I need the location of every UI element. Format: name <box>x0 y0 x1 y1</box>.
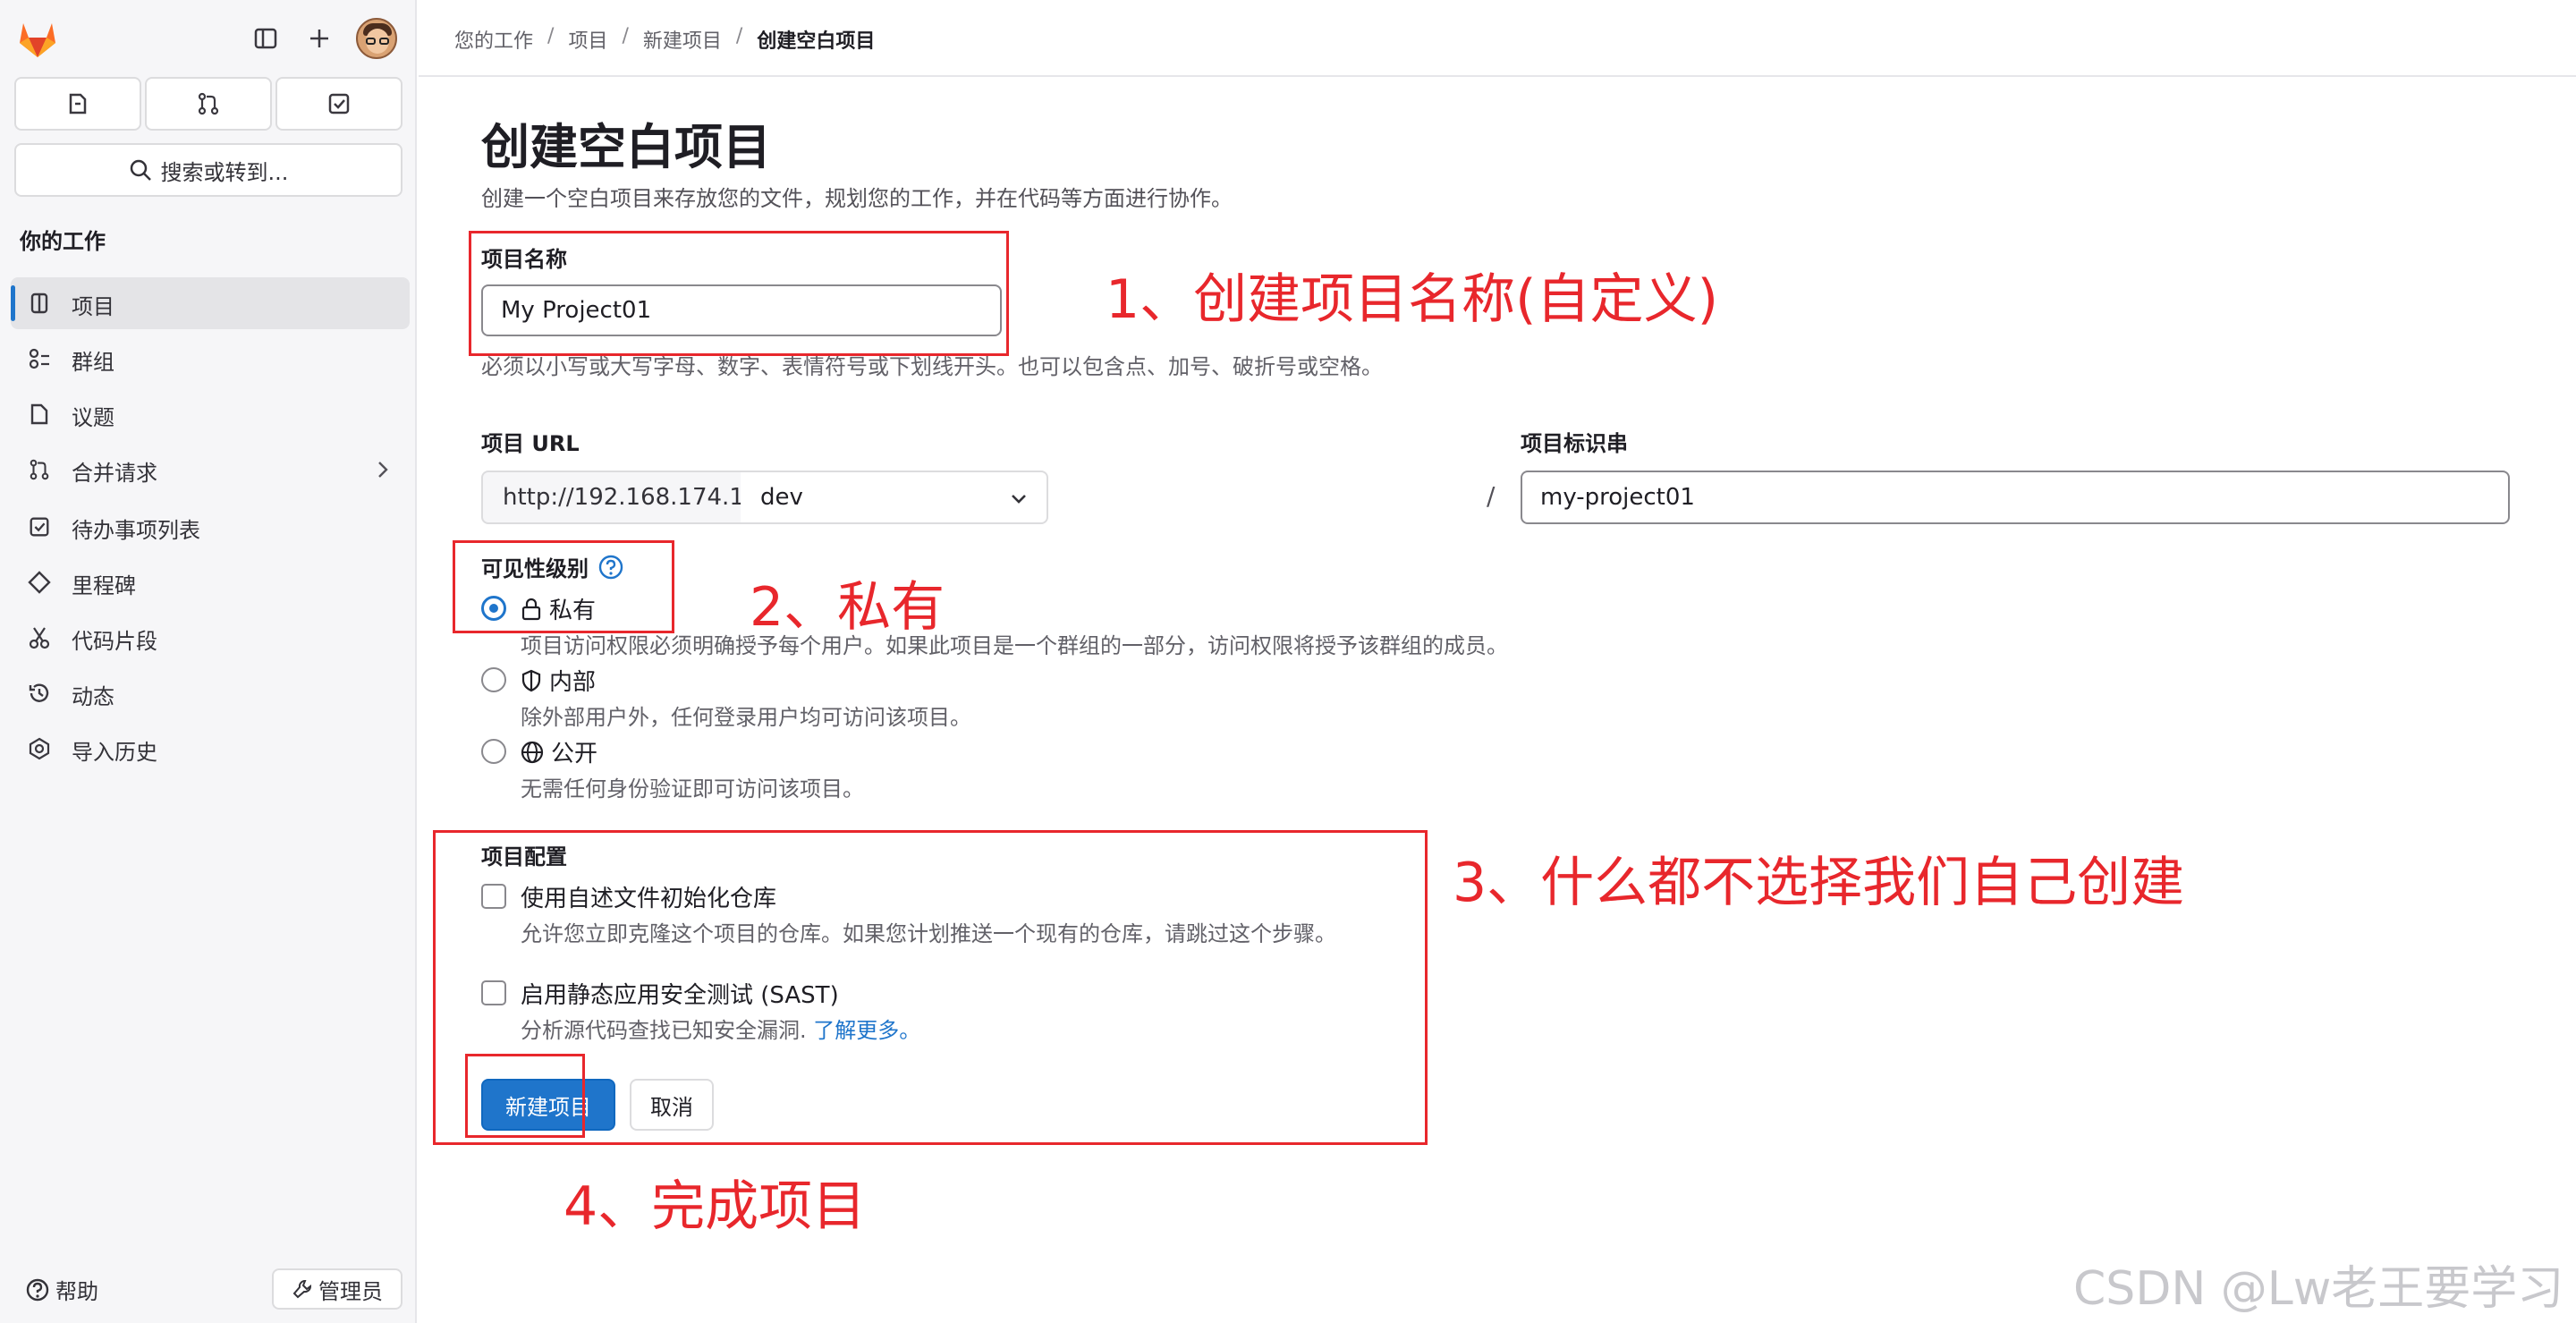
sidebar-item-activity[interactable]: 动态 <box>11 667 410 719</box>
chevron-right-icon <box>378 462 388 478</box>
sidebar-item-issues[interactable]: 议题 <box>11 388 410 440</box>
visibility-public-option[interactable]: 公开 <box>521 735 597 768</box>
todo-icon <box>27 514 52 539</box>
sidebar-item-label: 项目 <box>72 294 114 319</box>
sidebar-top <box>0 0 417 77</box>
sidebar-item-import-history[interactable]: 导入历史 <box>11 723 410 775</box>
sidebar-item-label: 合并请求 <box>72 461 157 486</box>
help-button[interactable]: 帮助 <box>25 1274 98 1305</box>
group-icon <box>27 346 52 371</box>
merge-request-icon <box>198 92 219 115</box>
breadcrumb-item[interactable]: 项目 <box>568 25 607 54</box>
sidebar-item-milestones[interactable]: 里程碑 <box>11 556 410 608</box>
visibility-internal-desc: 除外部用户外，任何登录用户均可访问该项目。 <box>521 705 971 730</box>
breadcrumb-separator: / <box>547 25 555 47</box>
sidebar-toggle-icon[interactable] <box>247 20 284 57</box>
milestone-icon <box>27 570 52 595</box>
breadcrumb-separator: / <box>735 25 743 47</box>
search-button[interactable]: 搜索或转到... <box>14 143 402 197</box>
watermark: CSDN @Lw老王要学习 <box>2073 1262 2564 1316</box>
help-label: 帮助 <box>55 1279 98 1304</box>
breadcrumb-item[interactable]: 您的工作 <box>454 25 533 54</box>
namespace-value: dev <box>760 484 803 511</box>
wrench-icon <box>292 1279 312 1299</box>
import-icon <box>27 736 52 761</box>
annotation-label-submit: 4、完成项目 <box>564 1175 867 1238</box>
annotation-box-submit <box>465 1054 585 1138</box>
chevron-down-icon <box>1012 495 1026 504</box>
project-url-prefix: http://192.168.174.10/ <box>481 471 767 524</box>
top-bar: 您的工作 / 项目 / 新建项目 / 创建空白项目 <box>419 0 2576 77</box>
activity-icon <box>27 681 52 706</box>
issue-icon <box>27 402 52 427</box>
breadcrumb-current[interactable]: 创建空白项目 <box>757 25 875 54</box>
help-icon <box>26 1278 49 1301</box>
user-avatar[interactable] <box>356 18 397 59</box>
url-separator: / <box>1487 481 1496 511</box>
sidebar-item-label: 群组 <box>72 350 114 375</box>
shield-icon <box>521 669 541 691</box>
create-new-icon[interactable] <box>301 20 338 57</box>
issues-icon <box>69 93 87 114</box>
todo-icon <box>328 93 350 114</box>
project-url-label: 项目 URL <box>481 431 580 456</box>
sidebar-item-merge-requests[interactable]: 合并请求 <box>11 444 410 496</box>
merge-request-icon <box>27 457 52 482</box>
page-title: 创建空白项目 <box>481 119 771 175</box>
sidebar-section-title: 你的工作 <box>20 229 106 254</box>
sidebar-item-projects[interactable]: 项目 <box>11 277 410 329</box>
merge-requests-button[interactable] <box>145 77 272 131</box>
snippet-icon <box>27 625 52 650</box>
annotation-label-name: 1、创建项目名称(自定义) <box>1106 268 1718 331</box>
visibility-public-desc: 无需任何身份验证即可访问该项目。 <box>521 776 864 801</box>
sidebar-item-label: 议题 <box>72 405 114 430</box>
sidebar-item-groups[interactable]: 群组 <box>11 333 410 385</box>
breadcrumb-item[interactable]: 新建项目 <box>643 25 722 54</box>
annotation-box-name <box>469 231 1009 356</box>
annotation-label-visibility: 2、私有 <box>750 576 945 639</box>
assigned-issues-button[interactable] <box>14 77 141 131</box>
project-slug-label: 项目标识串 <box>1521 431 1628 456</box>
sidebar-item-label: 导入历史 <box>72 740 157 765</box>
breadcrumb: 您的工作 / 项目 / 新建项目 / 创建空白项目 <box>454 25 875 54</box>
annotation-box-visibility <box>453 540 674 633</box>
sidebar-item-label: 动态 <box>72 684 114 709</box>
project-slug-value: my-project01 <box>1540 484 1695 511</box>
sidebar-item-todo[interactable]: 待办事项列表 <box>11 501 410 553</box>
search-label: 搜索或转到... <box>160 159 289 185</box>
admin-label: 管理员 <box>318 1278 383 1304</box>
project-slug-input[interactable]: my-project01 <box>1521 471 2510 524</box>
sidebar: 搜索或转到... 你的工作 项目 群组 议题 合并请求 待办事项列表 里程碑 代… <box>0 0 417 1323</box>
gitlab-logo-icon[interactable] <box>16 18 59 59</box>
namespace-select[interactable]: dev <box>741 471 1048 524</box>
visibility-internal-option[interactable]: 内部 <box>521 664 596 697</box>
visibility-public-radio[interactable] <box>481 739 506 764</box>
globe-icon <box>521 741 544 763</box>
sidebar-item-label: 里程碑 <box>72 573 136 598</box>
project-icon <box>27 291 52 316</box>
todo-list-button[interactable] <box>275 77 402 131</box>
active-indicator <box>11 285 15 321</box>
page-subtitle: 创建一个空白项目来存放您的文件，规划您的工作，并在代码等方面进行协作。 <box>481 186 1233 211</box>
sidebar-item-label: 代码片段 <box>72 629 157 654</box>
annotation-label-config: 3、什么都不选择我们自己创建 <box>1453 852 2185 914</box>
visibility-internal-radio[interactable] <box>481 667 506 692</box>
breadcrumb-separator: / <box>622 25 629 47</box>
sidebar-item-snippets[interactable]: 代码片段 <box>11 612 410 664</box>
admin-button[interactable]: 管理员 <box>272 1268 402 1310</box>
search-icon <box>130 159 151 181</box>
sidebar-item-label: 待办事项列表 <box>72 518 200 543</box>
